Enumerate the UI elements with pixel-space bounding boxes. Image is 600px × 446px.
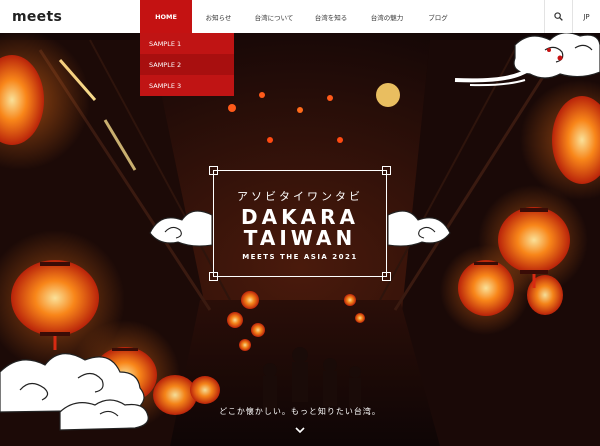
nav-item-charm-of-taiwan[interactable]: 台湾の魅力	[359, 0, 415, 33]
nav-item-blog[interactable]: ブログ	[415, 0, 461, 33]
nav-item-know-taiwan[interactable]: 台湾を知る	[303, 0, 359, 33]
nav-item-home[interactable]: HOME	[140, 0, 192, 33]
hero-kana: アソビタイワンタビ	[237, 190, 363, 203]
frame-corner-ornament	[382, 166, 391, 175]
site-logo[interactable]: meets	[0, 0, 140, 33]
nav-item-about-taiwan[interactable]: 台湾について	[245, 0, 303, 33]
language-switcher[interactable]: JP	[572, 0, 600, 33]
search-button[interactable]	[544, 0, 572, 33]
dropdown-item-sample-1[interactable]: SAMPLE 1	[140, 33, 234, 54]
site-header: meets HOME お知らせ 台湾について 台湾を知る 台湾の魅力 ブログ J…	[0, 0, 600, 33]
frame-corner-ornament	[209, 272, 218, 281]
chevron-down-icon[interactable]	[294, 425, 306, 435]
dropdown-item-sample-2[interactable]: SAMPLE 2	[140, 54, 234, 75]
hero-section: アソビタイワンタビ DAKARA TAIWAN MEETS THE ASIA 2…	[0, 0, 600, 446]
search-icon	[554, 12, 563, 21]
main-nav: HOME お知らせ 台湾について 台湾を知る 台湾の魅力 ブログ	[140, 0, 461, 33]
home-dropdown-menu: SAMPLE 1 SAMPLE 2 SAMPLE 3	[140, 33, 234, 96]
hero-tagline: どこか懐かしい。もっと知りたい台湾。	[219, 407, 381, 416]
hero-subtitle: MEETS THE ASIA 2021	[242, 253, 358, 261]
dropdown-item-sample-3[interactable]: SAMPLE 3	[140, 75, 234, 96]
hero-title-frame: アソビタイワンタビ DAKARA TAIWAN MEETS THE ASIA 2…	[209, 166, 391, 281]
hero-title-line2: TAIWAN	[243, 226, 357, 250]
nav-item-news[interactable]: お知らせ	[192, 0, 245, 33]
frame-corner-ornament	[209, 166, 218, 175]
frame-corner-ornament	[382, 272, 391, 281]
